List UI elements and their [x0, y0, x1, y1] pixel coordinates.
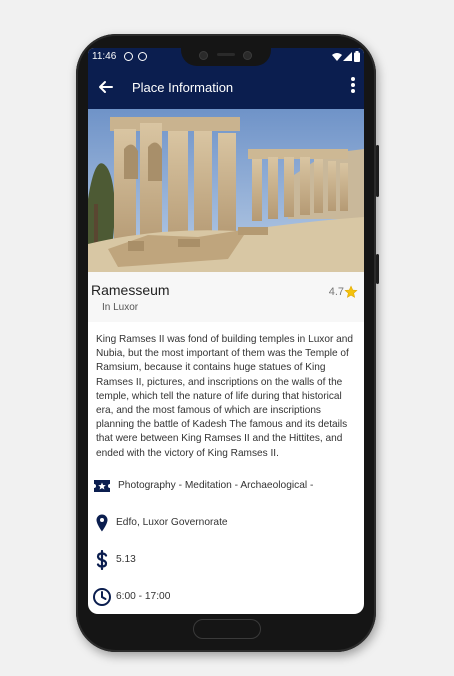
price-row: 5.13: [88, 546, 364, 574]
status-notification-icon: [124, 52, 133, 61]
status-time: 11:46: [92, 51, 117, 62]
hours-row: 6:00 - 17:00: [88, 583, 364, 611]
screen: 11:46 Place Information Ramesseum In Lux…: [88, 48, 364, 614]
home-button[interactable]: [193, 619, 261, 639]
clock-icon: [93, 588, 111, 606]
place-location-line: In Luxor: [102, 302, 139, 313]
star-icon: [344, 285, 358, 298]
price-text: 5.13: [116, 554, 136, 565]
activities-row: Photography - Meditation - Archaeologica…: [88, 472, 364, 500]
place-header: Ramesseum In Luxor 4.7: [88, 272, 364, 322]
rating-value: 4.7: [328, 286, 344, 298]
ticket-star-icon: [94, 480, 110, 492]
address-row: Edfo, Luxor Governorate: [88, 509, 364, 537]
place-name: Ramesseum: [91, 282, 170, 298]
place-description: King Ramses II was fond of building temp…: [96, 334, 353, 459]
status-sync-icon: [138, 52, 147, 61]
map-pin-icon[interactable]: [92, 513, 112, 533]
battery-icon: [354, 51, 360, 62]
status-bar: 11:46: [88, 48, 364, 67]
front-camera: [199, 51, 208, 60]
wifi-icon: [332, 53, 342, 61]
address-text: Edfo, Luxor Governorate: [116, 517, 228, 528]
camera-notch: [181, 48, 271, 66]
page-title: Place Information: [132, 80, 234, 95]
volume-button: [376, 145, 379, 197]
hours-text: 6:00 - 17:00: [116, 591, 171, 602]
earpiece: [217, 53, 235, 56]
app-bar: Place Information: [88, 67, 364, 109]
dollar-icon: [96, 550, 108, 570]
place-photo: [88, 109, 364, 272]
arrow-left-icon[interactable]: [96, 77, 116, 97]
signal-icon: [343, 52, 352, 61]
activities-text: Photography - Meditation - Archaeologica…: [118, 480, 314, 491]
more-vert-icon[interactable]: [348, 75, 358, 99]
front-camera-secondary: [243, 51, 252, 60]
power-button: [376, 254, 379, 284]
